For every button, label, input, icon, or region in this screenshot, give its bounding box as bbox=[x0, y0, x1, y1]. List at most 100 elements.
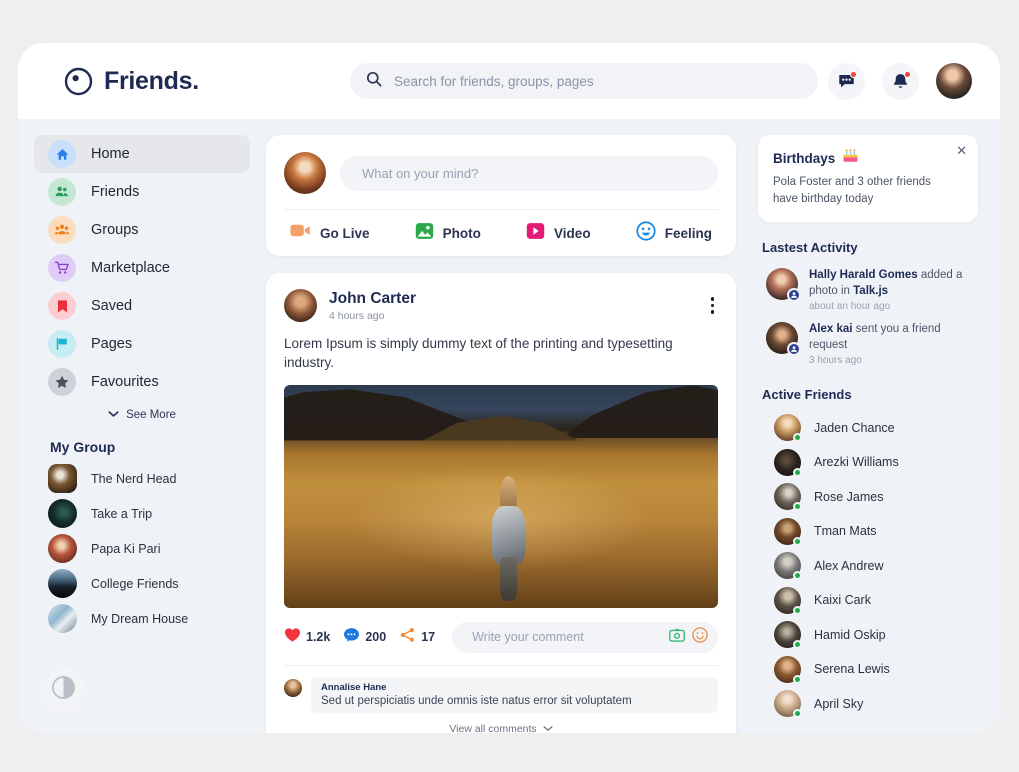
comment-button[interactable]: 200 bbox=[343, 627, 386, 648]
friend-item[interactable]: Jaden Chance bbox=[758, 410, 978, 445]
person-figure bbox=[490, 476, 527, 599]
activity-text: Alex kai sent you a friend request bbox=[809, 322, 974, 353]
group-item-my-dream-house[interactable]: My Dream House bbox=[34, 601, 250, 636]
mountain-right bbox=[562, 385, 718, 439]
friend-item[interactable]: Serena Lewis bbox=[758, 652, 978, 687]
camera-icon[interactable] bbox=[669, 628, 685, 647]
sidebar-item-pages[interactable]: Pages bbox=[34, 325, 250, 363]
friend-item[interactable]: Tman Mats bbox=[758, 514, 978, 549]
play-video-icon bbox=[526, 222, 545, 245]
birthdays-text: Pola Foster and 3 other friends have bir… bbox=[773, 174, 948, 207]
photo-button[interactable]: Photo bbox=[415, 222, 481, 245]
post-author-avatar[interactable] bbox=[284, 289, 317, 322]
group-label: My Dream House bbox=[91, 612, 188, 626]
online-indicator bbox=[793, 640, 802, 649]
sidebar-item-saved[interactable]: Saved bbox=[34, 287, 250, 325]
messages-button[interactable] bbox=[828, 63, 865, 100]
comment-input[interactable] bbox=[472, 630, 669, 644]
friend-avatar bbox=[774, 518, 801, 545]
post-photo[interactable] bbox=[284, 385, 718, 608]
sidebar-item-marketplace[interactable]: Marketplace bbox=[34, 249, 250, 287]
friend-avatar bbox=[774, 414, 801, 441]
action-label: Go Live bbox=[320, 226, 370, 241]
online-indicator bbox=[793, 675, 802, 684]
profile-avatar[interactable] bbox=[936, 63, 972, 99]
active-friends-title: Active Friends bbox=[762, 387, 978, 402]
dark-mode-toggle-icon bbox=[51, 675, 76, 705]
composer-input[interactable] bbox=[340, 156, 718, 191]
header-actions bbox=[828, 63, 972, 100]
comment-author: Annalise Hane bbox=[321, 682, 708, 693]
group-label: College Friends bbox=[91, 577, 179, 591]
composer-actions: Go Live Photo Video bbox=[284, 209, 718, 256]
friend-name: Arezki Williams bbox=[814, 455, 899, 469]
sidebar-item-groups[interactable]: Groups bbox=[34, 211, 250, 249]
close-icon[interactable]: ✕ bbox=[956, 143, 967, 159]
view-all-comments-button[interactable]: View all comments bbox=[284, 723, 718, 733]
sidebar-item-friends[interactable]: Friends bbox=[34, 173, 250, 211]
share-icon bbox=[399, 627, 416, 648]
home-icon bbox=[48, 140, 76, 168]
heart-icon bbox=[284, 627, 301, 648]
group-item-take-a-trip[interactable]: Take a Trip bbox=[34, 496, 250, 531]
post-reactions: 1.2k 200 bbox=[284, 622, 718, 653]
post-author-name: John Carter bbox=[329, 290, 416, 308]
groups-icon bbox=[48, 216, 76, 244]
friend-item[interactable]: Hamid Oskip bbox=[758, 617, 978, 652]
group-label: The Nerd Head bbox=[91, 472, 176, 486]
chevron-down-icon bbox=[108, 409, 119, 421]
activity-item[interactable]: Hally Harald Gomes added a photo in Talk… bbox=[758, 263, 978, 317]
friends-badge-icon bbox=[787, 288, 801, 302]
brand-logo[interactable]: Friends. bbox=[64, 67, 314, 96]
top-header: Friends. bbox=[18, 43, 1000, 119]
dark-mode-toggle[interactable] bbox=[40, 667, 86, 713]
view-all-label: View all comments bbox=[449, 723, 536, 733]
three-dots-vertical-icon[interactable] bbox=[707, 293, 719, 318]
friend-item[interactable]: Rose James bbox=[758, 479, 978, 514]
sidebar-item-home[interactable]: Home bbox=[34, 135, 250, 173]
sidebar-label: Pages bbox=[91, 336, 132, 352]
friend-name: Serena Lewis bbox=[814, 662, 890, 676]
post-author-block: John Carter 4 hours ago bbox=[329, 290, 416, 322]
feeling-button[interactable]: Feeling bbox=[636, 221, 712, 246]
latest-activity-title: Lastest Activity bbox=[762, 240, 978, 255]
birthdays-title: Birthdays bbox=[773, 151, 835, 166]
notifications-button[interactable] bbox=[882, 63, 919, 100]
friend-item[interactable]: Arezki Williams bbox=[758, 445, 978, 480]
share-button[interactable]: 17 bbox=[399, 627, 435, 648]
friend-item[interactable]: Alex Andrew bbox=[758, 548, 978, 583]
friend-item[interactable]: Kaixi Cark bbox=[758, 583, 978, 618]
like-button[interactable]: 1.2k bbox=[284, 627, 330, 648]
friend-name: Jaden Chance bbox=[814, 421, 895, 435]
see-more-button[interactable]: See More bbox=[34, 409, 250, 421]
star-icon bbox=[48, 368, 76, 396]
write-comment-bar[interactable] bbox=[452, 622, 718, 653]
activity-avatar bbox=[766, 322, 798, 354]
post-composer: Go Live Photo Video bbox=[266, 135, 736, 256]
friend-item[interactable]: April Sky bbox=[758, 686, 978, 721]
emoji-icon[interactable] bbox=[692, 627, 708, 648]
group-item-the-nerd-head[interactable]: The Nerd Head bbox=[34, 461, 250, 496]
activity-item[interactable]: Alex kai sent you a friend request 3 hou… bbox=[758, 317, 978, 371]
go-live-button[interactable]: Go Live bbox=[290, 223, 370, 243]
comment-avatar[interactable] bbox=[284, 679, 302, 697]
search-input[interactable] bbox=[394, 74, 802, 89]
feed-post: John Carter 4 hours ago Lorem Ipsum is s… bbox=[266, 273, 736, 733]
messages-badge bbox=[850, 71, 857, 78]
group-item-college-friends[interactable]: College Friends bbox=[34, 566, 250, 601]
activity-text: Hally Harald Gomes added a photo in Talk… bbox=[809, 268, 974, 299]
notifications-badge bbox=[904, 71, 911, 78]
online-indicator bbox=[793, 433, 802, 442]
online-indicator bbox=[793, 537, 802, 546]
smiley-icon bbox=[636, 221, 656, 246]
activity-content: Alex kai sent you a friend request 3 hou… bbox=[809, 322, 974, 366]
video-camera-icon bbox=[290, 223, 311, 243]
sidebar-label: Home bbox=[91, 146, 130, 162]
chevron-down-icon bbox=[543, 723, 553, 733]
video-button[interactable]: Video bbox=[526, 222, 591, 245]
sidebar-item-favourites[interactable]: Favourites bbox=[34, 363, 250, 401]
search-bar[interactable] bbox=[350, 63, 818, 99]
group-avatar bbox=[48, 534, 77, 563]
group-item-papa-ki-pari[interactable]: Papa Ki Pari bbox=[34, 531, 250, 566]
group-avatar bbox=[48, 569, 77, 598]
